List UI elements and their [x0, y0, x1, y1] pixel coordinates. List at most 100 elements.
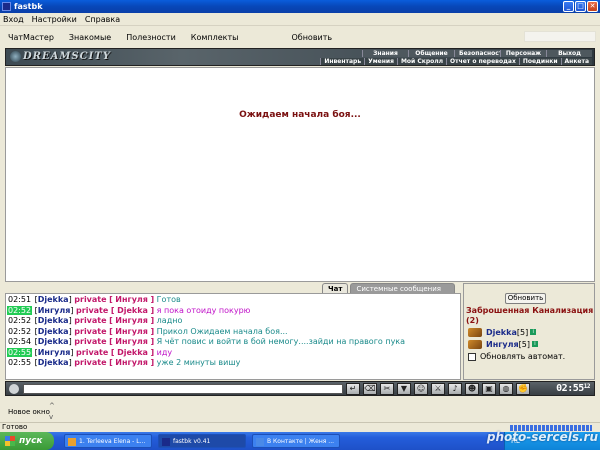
message-sender[interactable]: Djekka [38, 295, 69, 304]
nav-duels[interactable]: Поединки [518, 58, 561, 65]
fist-icon[interactable]: ✊ [516, 383, 530, 395]
nav-transfer-report[interactable]: Отчет о переводах [446, 58, 519, 65]
tab-system-messages[interactable]: Системные сообщения [350, 283, 456, 293]
message-recipient[interactable]: Ингуля [115, 316, 148, 325]
toolbar-update[interactable]: Обновить [291, 33, 332, 42]
toolbar-sets[interactable]: Комплекты [191, 33, 239, 42]
message-recipient[interactable]: Djekka [117, 348, 148, 357]
message-text: Готов [156, 295, 181, 304]
window-tabs-area: ^ Новое окно v [0, 400, 600, 422]
toolbar-utilities[interactable]: Полезности [126, 33, 176, 42]
scroll-down-icon[interactable]: v [49, 413, 53, 421]
tab-chat[interactable]: Чат [322, 283, 349, 293]
taskbar-item[interactable]: В Контакте | Женя ... [252, 434, 340, 448]
player-name[interactable]: Ингуля [486, 340, 519, 349]
auto-refresh-checkbox[interactable] [468, 352, 476, 361]
message-sender[interactable]: Djekka [38, 337, 69, 346]
nav-skills[interactable]: Умения [364, 58, 397, 65]
message-sender[interactable]: Djekka [38, 316, 69, 325]
message-recipient[interactable]: Ингуля [115, 327, 148, 336]
smile-icon[interactable]: ☻ [465, 383, 479, 395]
eraser-icon[interactable]: ⌫ [363, 383, 377, 395]
channel-icon[interactable] [9, 384, 19, 394]
message-time: 02:51 [8, 295, 32, 304]
message-recipient[interactable]: Djekka [117, 306, 148, 315]
message-recipient[interactable]: Ингуля [115, 295, 148, 304]
menu-help[interactable]: Справка [85, 15, 120, 24]
player-row[interactable]: Djekka [5] i [468, 326, 538, 338]
menu-login[interactable]: Вход [3, 15, 24, 24]
scroll-up-icon[interactable]: ^ [49, 402, 55, 410]
app-icon [162, 438, 170, 446]
message-sender[interactable]: Djekka [38, 327, 69, 336]
filter-icon[interactable]: ▼ [397, 383, 411, 395]
nav-bottom: Инвентарь Умения Мой Скролл Отчет о пере… [320, 58, 592, 65]
lock-icon[interactable]: ▣ [482, 383, 496, 395]
message-sender[interactable]: Ингуля [38, 348, 71, 357]
info-icon[interactable]: i [531, 341, 538, 347]
window-title: fastbk [14, 2, 43, 11]
scissors-icon[interactable]: ✂ [380, 383, 394, 395]
toolbar-chatmaster[interactable]: ЧатМастер [8, 33, 54, 42]
logo-orb-icon [10, 51, 21, 62]
maximize-icon[interactable]: □ [575, 1, 586, 12]
message-text: я пока отоиду покурю [156, 305, 251, 315]
fight-icon[interactable]: ⚔ [431, 383, 445, 395]
game-clock: 02:5512 [556, 383, 590, 394]
music-icon[interactable]: ♪ [448, 383, 462, 395]
start-button[interactable]: пуск [0, 432, 54, 450]
chat-message: 02:52 [Djekka] private [ Ингуля ] ладно [6, 316, 460, 327]
walk-icon[interactable]: ☺ [414, 383, 428, 395]
toolbar-address-field[interactable] [524, 31, 596, 42]
nav-security[interactable]: Безопасность [454, 50, 506, 57]
bag-icon[interactable]: ◍ [499, 383, 513, 395]
chat-panel: 02:51 [Djekka] private [ Ингуля ] Готов 0… [5, 293, 461, 380]
bracket: [ [109, 295, 113, 304]
chat-tools: ↵ ⌫ ✂ ▼ ☺ ⚔ ♪ ☻ ▣ ◍ ✊ [346, 383, 530, 395]
player-name[interactable]: Djekka [486, 328, 517, 337]
message-time: 02:52 [8, 316, 32, 325]
close-icon[interactable]: ✕ [587, 1, 598, 12]
menu-bar: Вход Настройки Справка [0, 13, 600, 26]
minimize-icon[interactable]: _ [563, 1, 574, 12]
fastbk-window: fastbk _ □ ✕ Вход Настройки Справка ЧатМ… [0, 0, 600, 450]
nav-communication[interactable]: Общение [408, 50, 454, 57]
refresh-button[interactable]: Обновить [505, 293, 546, 304]
game-header: DREAMSCITY Знания Общение Безопасность П… [5, 48, 595, 66]
bracket: [ [110, 347, 115, 357]
message-sender[interactable]: Djekka [38, 358, 69, 367]
bracket: ] [68, 316, 72, 325]
nav-knowledge[interactable]: Знания [362, 50, 408, 57]
nav-inventory[interactable]: Инвентарь [320, 58, 365, 65]
chat-message: 02:52 [Ингуля] private [ Djekka ] я пока… [6, 305, 460, 317]
taskbar-item[interactable]: fastbk v0.41 [158, 434, 246, 448]
private-tag: private [74, 358, 107, 367]
chat-input-bar: ↵ ⌫ ✂ ▼ ☺ ⚔ ♪ ☻ ▣ ◍ ✊ 02:5512 [5, 381, 595, 396]
bracket: ] [70, 347, 74, 357]
info-icon[interactable]: i [530, 329, 537, 335]
taskbar-item[interactable]: 1. Terleeva Elena - L... [64, 434, 152, 448]
bracket: ] [68, 337, 72, 346]
player-level: [5] [518, 339, 530, 349]
new-window-tab[interactable]: Новое окно [8, 408, 50, 416]
message-recipient[interactable]: Ингуля [115, 337, 148, 346]
chat-input[interactable] [23, 384, 343, 394]
app-icon [2, 2, 11, 11]
nav-character[interactable]: Персонаж [500, 50, 546, 57]
battle-area: Ожидаем начала боя... [5, 67, 595, 282]
auto-refresh-option[interactable]: Обновлять автомат. [468, 352, 565, 361]
menu-settings[interactable]: Настройки [32, 15, 77, 24]
nav-profile[interactable]: Анкета [560, 58, 592, 65]
send-arrow-icon[interactable]: ↵ [346, 383, 360, 395]
message-text: уже 2 минуты вишу [156, 358, 241, 367]
message-sender[interactable]: Ингуля [38, 306, 71, 315]
toolbar-friends[interactable]: Знакомые [69, 33, 111, 42]
nav-exit[interactable]: Выход [546, 50, 592, 57]
nav-my-scroll[interactable]: Мой Скролл [396, 58, 447, 65]
message-recipient[interactable]: Ингуля [115, 358, 148, 367]
bracket: [ [109, 326, 113, 336]
windows-flag-icon [5, 436, 15, 446]
message-text: Прикол Ожидаем начала боя... [156, 326, 288, 336]
player-row[interactable]: Ингуля [5] i [468, 338, 538, 350]
private-tag: private [74, 316, 107, 325]
